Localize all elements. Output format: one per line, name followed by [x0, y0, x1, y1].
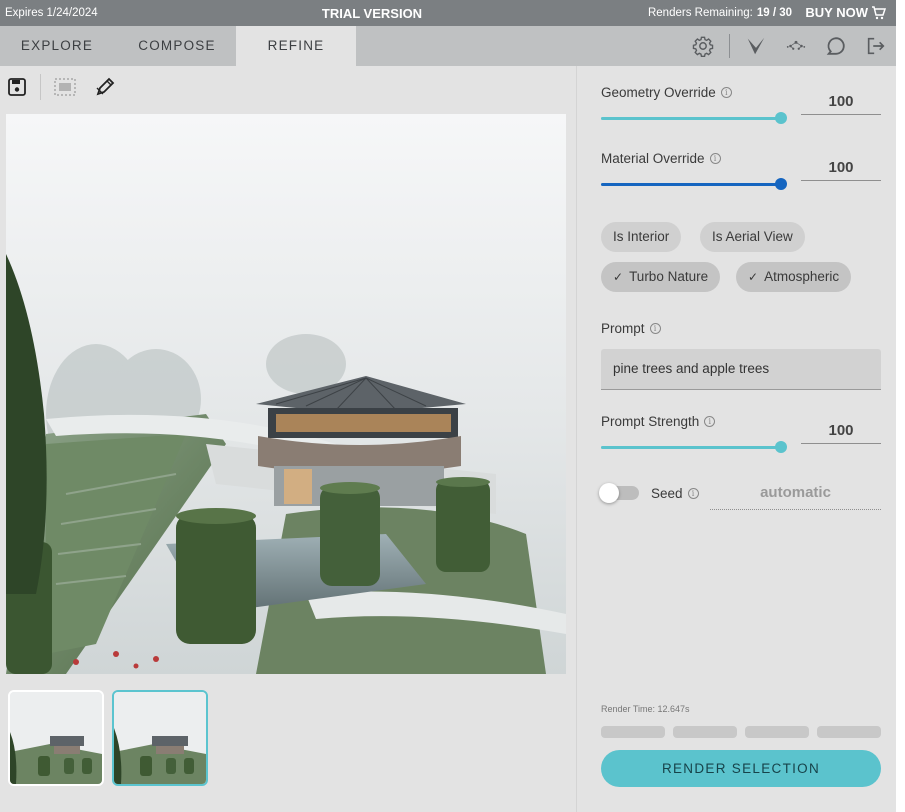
nav-bar: EXPLORE COMPOSE REFINE — [0, 26, 896, 66]
chip-label: Is Interior — [613, 229, 670, 244]
renders-remaining: Renders Remaining: 19 / 30 — [648, 7, 792, 19]
info-icon[interactable]: i — [709, 153, 721, 164]
render-time-text: Render Time: 12.647s — [601, 704, 690, 714]
renders-remaining-label: Renders Remaining: — [647, 7, 753, 19]
slider-fill — [601, 117, 781, 120]
geometry-override-label: Geometry Override i — [601, 85, 732, 100]
settings-panel: Geometry Override i 100 Material Overrid… — [576, 66, 896, 812]
thumbnail-illustration — [10, 692, 102, 784]
chip-label: Is Aerial View — [712, 229, 793, 244]
checkmark-icon: ✓ — [748, 270, 759, 284]
seed-label: Seed i — [651, 486, 699, 501]
info-icon[interactable]: i — [720, 87, 732, 98]
cart-icon — [872, 5, 886, 19]
chip-is-interior[interactable]: Is Interior — [601, 222, 682, 252]
material-override-label: Material Override i — [601, 151, 721, 166]
info-icon[interactable]: i — [649, 323, 661, 334]
logout-icon[interactable] — [862, 32, 890, 60]
render-selection-button[interactable]: RENDER SELECTION — [601, 750, 881, 787]
edit-pen-icon[interactable] — [92, 74, 118, 100]
prompt-label-text: Prompt — [601, 321, 645, 336]
chip-is-aerial-view[interactable]: Is Aerial View — [700, 222, 805, 252]
progress-segment — [745, 726, 809, 738]
info-icon[interactable]: i — [687, 488, 699, 499]
check-logo-icon[interactable] — [742, 32, 770, 60]
save-icon[interactable] — [4, 74, 30, 100]
material-override-slider[interactable] — [601, 178, 787, 190]
material-override-text: Material Override — [601, 151, 705, 166]
trial-version-label: TRIAL VERSION — [321, 6, 423, 21]
seed-label-text: Seed — [651, 486, 683, 501]
prompt-input[interactable]: pine trees and apple trees — [601, 349, 881, 390]
render-illustration — [6, 114, 566, 674]
buy-now-label: BUY NOW — [805, 5, 868, 20]
renders-remaining-count: 19 / 30 — [756, 7, 792, 19]
seed-input[interactable]: automatic — [710, 480, 881, 510]
chip-turbo-nature[interactable]: ✓ Turbo Nature — [601, 262, 721, 292]
slider-fill — [601, 183, 781, 186]
prompt-strength-text: Prompt Strength — [601, 414, 700, 429]
prompt-label: Prompt i — [601, 321, 661, 336]
toolbar-divider — [40, 74, 41, 100]
canvas-panel — [0, 66, 576, 812]
material-override-value[interactable]: 100 — [801, 153, 881, 181]
thumbnail-illustration — [114, 692, 206, 784]
slider-knob[interactable] — [775, 441, 787, 453]
tab-refine[interactable]: REFINE — [236, 26, 356, 66]
gear-icon[interactable] — [689, 32, 717, 60]
checkmark-icon: ✓ — [613, 270, 624, 284]
progress-segment — [673, 726, 737, 738]
chip-label: Turbo Nature — [629, 269, 709, 284]
nav-icon-group — [677, 26, 890, 66]
crop-image-icon[interactable] — [52, 74, 78, 100]
render-preview-image[interactable] — [6, 114, 566, 674]
seed-toggle[interactable] — [599, 483, 639, 503]
render-thumbnail[interactable] — [8, 690, 104, 786]
chip-label: Atmospheric — [764, 269, 840, 284]
prompt-strength-value[interactable]: 100 — [801, 416, 881, 444]
geometry-override-text: Geometry Override — [601, 85, 716, 100]
toggle-knob — [599, 483, 619, 503]
slider-knob[interactable] — [775, 112, 787, 124]
geometry-override-slider[interactable] — [601, 112, 787, 124]
geometry-override-value[interactable]: 100 — [801, 87, 881, 115]
render-thumbnail-selected[interactable] — [112, 690, 208, 786]
chat-icon[interactable] — [822, 32, 850, 60]
slider-fill — [601, 446, 781, 449]
top-status-bar: Expires 1/24/2024 TRIAL VERSION Renders … — [0, 0, 896, 26]
nav-divider — [729, 34, 730, 58]
slider-knob[interactable] — [775, 178, 787, 190]
prompt-strength-slider[interactable] — [601, 441, 787, 453]
prompt-strength-label: Prompt Strength i — [601, 414, 716, 429]
info-icon[interactable]: i — [704, 416, 716, 427]
progress-segment — [601, 726, 665, 738]
chip-atmospheric[interactable]: ✓ Atmospheric — [736, 262, 852, 292]
buy-now-button[interactable]: BUY NOW — [805, 5, 886, 20]
progress-segment — [817, 726, 881, 738]
tab-compose[interactable]: COMPOSE — [118, 26, 236, 66]
tab-explore[interactable]: EXPLORE — [0, 26, 114, 66]
network-icon[interactable] — [782, 32, 810, 60]
